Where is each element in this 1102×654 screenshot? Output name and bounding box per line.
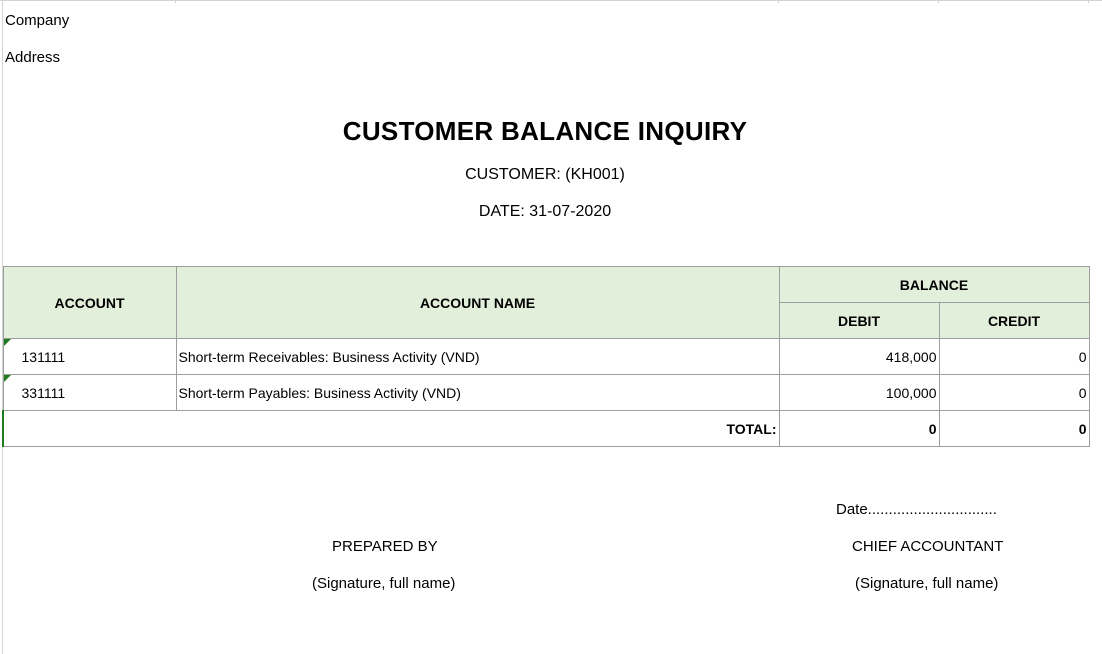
company-label[interactable]: Company	[5, 12, 69, 29]
column-divider-tick	[1088, 0, 1089, 3]
address-label[interactable]: Address	[5, 49, 60, 66]
prepared-by-signature-note[interactable]: (Signature, full name)	[312, 575, 455, 592]
account-cell[interactable]: 331111	[2, 374, 177, 411]
debit-cell[interactable]: 418,000	[778, 338, 940, 375]
top-gridline	[0, 0, 1102, 1]
debit-cell[interactable]: 100,000	[778, 374, 940, 411]
account-number: 131111	[21, 348, 66, 365]
header-balance[interactable]: BALANCE	[778, 266, 1090, 303]
chief-accountant-signature-note[interactable]: (Signature, full name)	[855, 575, 998, 592]
report-title[interactable]: CUSTOMER BALANCE INQUIRY	[0, 116, 1090, 147]
column-divider-tick	[778, 0, 779, 3]
chief-accountant-label[interactable]: CHIEF ACCOUNTANT	[852, 538, 1003, 555]
signature-date-line[interactable]: Date...............................	[836, 501, 997, 518]
account-number: 331111	[21, 384, 66, 401]
header-account[interactable]: ACCOUNT	[2, 266, 177, 339]
credit-cell[interactable]: 0	[938, 374, 1090, 411]
table-row: 331111 Short-term Payables: Business Act…	[2, 374, 1090, 411]
total-label-cell[interactable]: TOTAL:	[2, 410, 780, 447]
account-name-cell[interactable]: Short-term Payables: Business Activity (…	[175, 374, 780, 411]
customer-line[interactable]: CUSTOMER: (KH001)	[0, 166, 1090, 184]
header-credit[interactable]: CREDIT	[938, 302, 1090, 339]
column-divider-tick	[938, 0, 939, 3]
account-cell[interactable]: 131111	[2, 338, 177, 375]
error-flag-icon	[4, 339, 11, 346]
report-date[interactable]: DATE: 31-07-2020	[0, 203, 1090, 221]
total-row: TOTAL: 0 0	[2, 410, 1090, 447]
header-debit[interactable]: DEBIT	[778, 302, 940, 339]
balance-table: ACCOUNT ACCOUNT NAME BALANCE DEBIT CREDI…	[2, 266, 1090, 447]
credit-cell[interactable]: 0	[938, 338, 1090, 375]
total-debit-cell[interactable]: 0	[778, 410, 940, 447]
account-name-cell[interactable]: Short-term Receivables: Business Activit…	[175, 338, 780, 375]
error-flag-icon	[4, 375, 11, 382]
table-row: 131111 Short-term Receivables: Business …	[2, 338, 1090, 375]
total-credit-cell[interactable]: 0	[938, 410, 1090, 447]
prepared-by-label[interactable]: PREPARED BY	[332, 538, 438, 555]
header-account-name[interactable]: ACCOUNT NAME	[175, 266, 780, 339]
spreadsheet-sheet: Company Address CUSTOMER BALANCE INQUIRY…	[0, 0, 1102, 654]
column-divider-tick	[175, 0, 176, 3]
